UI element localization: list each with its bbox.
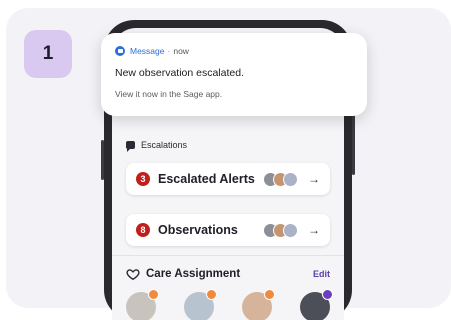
section-divider <box>112 255 344 256</box>
avatar <box>283 171 298 187</box>
escalated-alerts-row[interactable]: 3 Escalated Alerts → <box>126 163 330 195</box>
row-label: Escalated Alerts <box>158 172 255 186</box>
avatar <box>283 222 298 238</box>
chat-icon <box>126 141 135 152</box>
care-assignment-header: Care Assignment Edit <box>126 267 330 281</box>
heart-icon <box>126 269 140 281</box>
notification-time: now <box>173 46 189 56</box>
notification-body: View it now in the Sage app. <box>115 89 223 99</box>
avatar-stack <box>263 222 298 238</box>
push-notification[interactable]: Message · now New observation escalated.… <box>101 33 367 116</box>
care-team-list <box>126 289 333 320</box>
care-team-avatar[interactable] <box>126 289 159 320</box>
escalations-header: Escalations <box>126 140 188 152</box>
step-badge: 1 <box>24 30 72 78</box>
notification-header: Message · now <box>115 46 189 56</box>
care-team-avatar[interactable] <box>300 289 333 320</box>
role-badge-icon <box>322 289 333 300</box>
notification-app-name: Message <box>130 46 165 56</box>
phone-power-button <box>352 115 355 175</box>
avatar-stack <box>263 171 298 187</box>
arrow-right-icon: → <box>308 223 320 237</box>
edit-button[interactable]: Edit <box>313 269 330 279</box>
role-badge-icon <box>206 289 217 300</box>
role-badge-icon <box>148 289 159 300</box>
observations-row[interactable]: 8 Observations → <box>126 214 330 246</box>
role-badge-icon <box>264 289 275 300</box>
arrow-right-icon: → <box>308 172 320 186</box>
count-badge: 8 <box>136 223 150 237</box>
row-label: Observations <box>158 223 238 237</box>
notification-title: New observation escalated. <box>115 67 244 79</box>
phone-side-button <box>101 140 104 180</box>
count-badge: 3 <box>136 172 150 186</box>
care-team-avatar[interactable] <box>242 289 275 320</box>
escalations-header-label: Escalations <box>141 140 188 150</box>
message-icon <box>115 46 125 56</box>
separator-dot: · <box>167 46 171 56</box>
care-assignment-title: Care Assignment <box>146 268 241 280</box>
care-team-avatar[interactable] <box>184 289 217 320</box>
